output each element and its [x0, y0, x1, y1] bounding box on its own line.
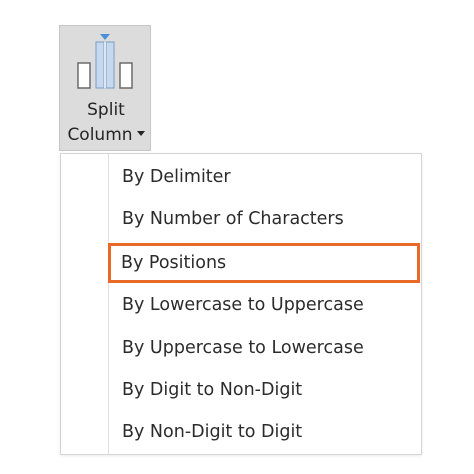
menu-item-by-lowercase-to-uppercase[interactable]: By Lowercase to Uppercase [109, 286, 421, 326]
menu-item-by-digit-to-non-digit[interactable]: By Digit to Non-Digit [109, 371, 421, 411]
split-label-line2: Column [60, 124, 152, 146]
split-column-icon [77, 34, 133, 89]
split-column-menu: By Delimiter By Number of Characters By … [60, 153, 422, 455]
menu-item-by-uppercase-to-lowercase[interactable]: By Uppercase to Lowercase [109, 329, 421, 369]
menu-item-by-number-of-characters[interactable]: By Number of Characters [109, 200, 421, 240]
split-label-column: Column [67, 125, 133, 145]
split-column-button[interactable]: Split Column [59, 25, 151, 151]
menu-item-label: By Digit to Non-Digit [122, 380, 303, 400]
menu-item-label: By Delimiter [122, 167, 231, 187]
menu-item-label: By Uppercase to Lowercase [122, 338, 364, 358]
menu-item-label: By Number of Characters [122, 209, 344, 229]
stage: Split Column By Delimiter By Number of C… [0, 0, 474, 474]
menu-item-label: By Lowercase to Uppercase [122, 295, 364, 315]
menu-item-label: By Non-Digit to Digit [122, 422, 303, 442]
dropdown-caret-icon [136, 130, 145, 136]
split-label-line1: Split [87, 100, 125, 120]
menu-item-by-non-digit-to-digit[interactable]: By Non-Digit to Digit [109, 413, 421, 453]
menu-item-label: By Positions [121, 253, 227, 273]
menu-item-by-delimiter[interactable]: By Delimiter [109, 158, 421, 198]
menu-item-by-positions[interactable]: By Positions [108, 243, 420, 283]
